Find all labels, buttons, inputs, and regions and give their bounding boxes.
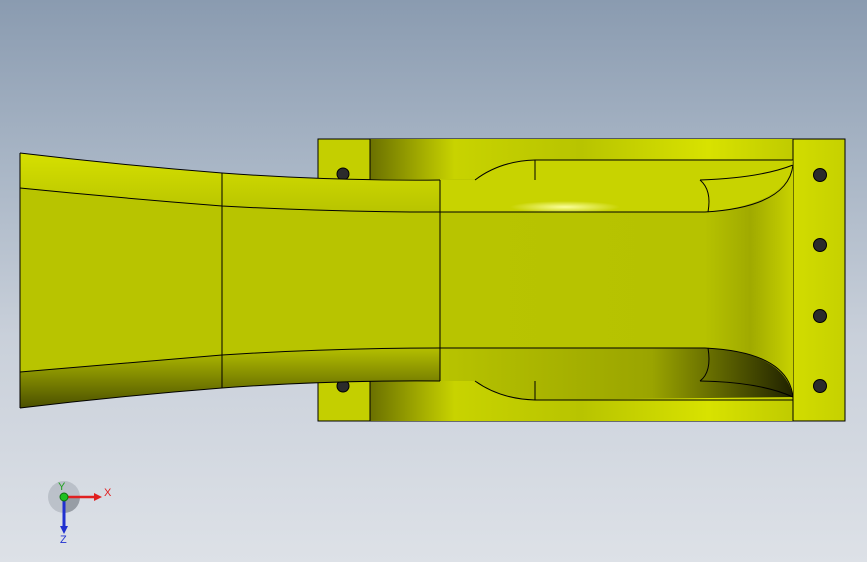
- hole: [813, 238, 827, 252]
- channel-body[interactable]: [440, 159, 794, 401]
- hole: [813, 379, 827, 393]
- hole: [336, 167, 350, 181]
- hole: [813, 309, 827, 323]
- hole: [813, 168, 827, 182]
- y-axis-label: Y: [58, 481, 66, 493]
- orientation-triad[interactable]: X Y Z: [40, 480, 120, 550]
- graphics-viewport[interactable]: X Y Z: [0, 0, 867, 562]
- z-axis-label: Z: [60, 534, 67, 546]
- part-model[interactable]: [0, 0, 867, 562]
- x-axis-label: X: [104, 487, 112, 499]
